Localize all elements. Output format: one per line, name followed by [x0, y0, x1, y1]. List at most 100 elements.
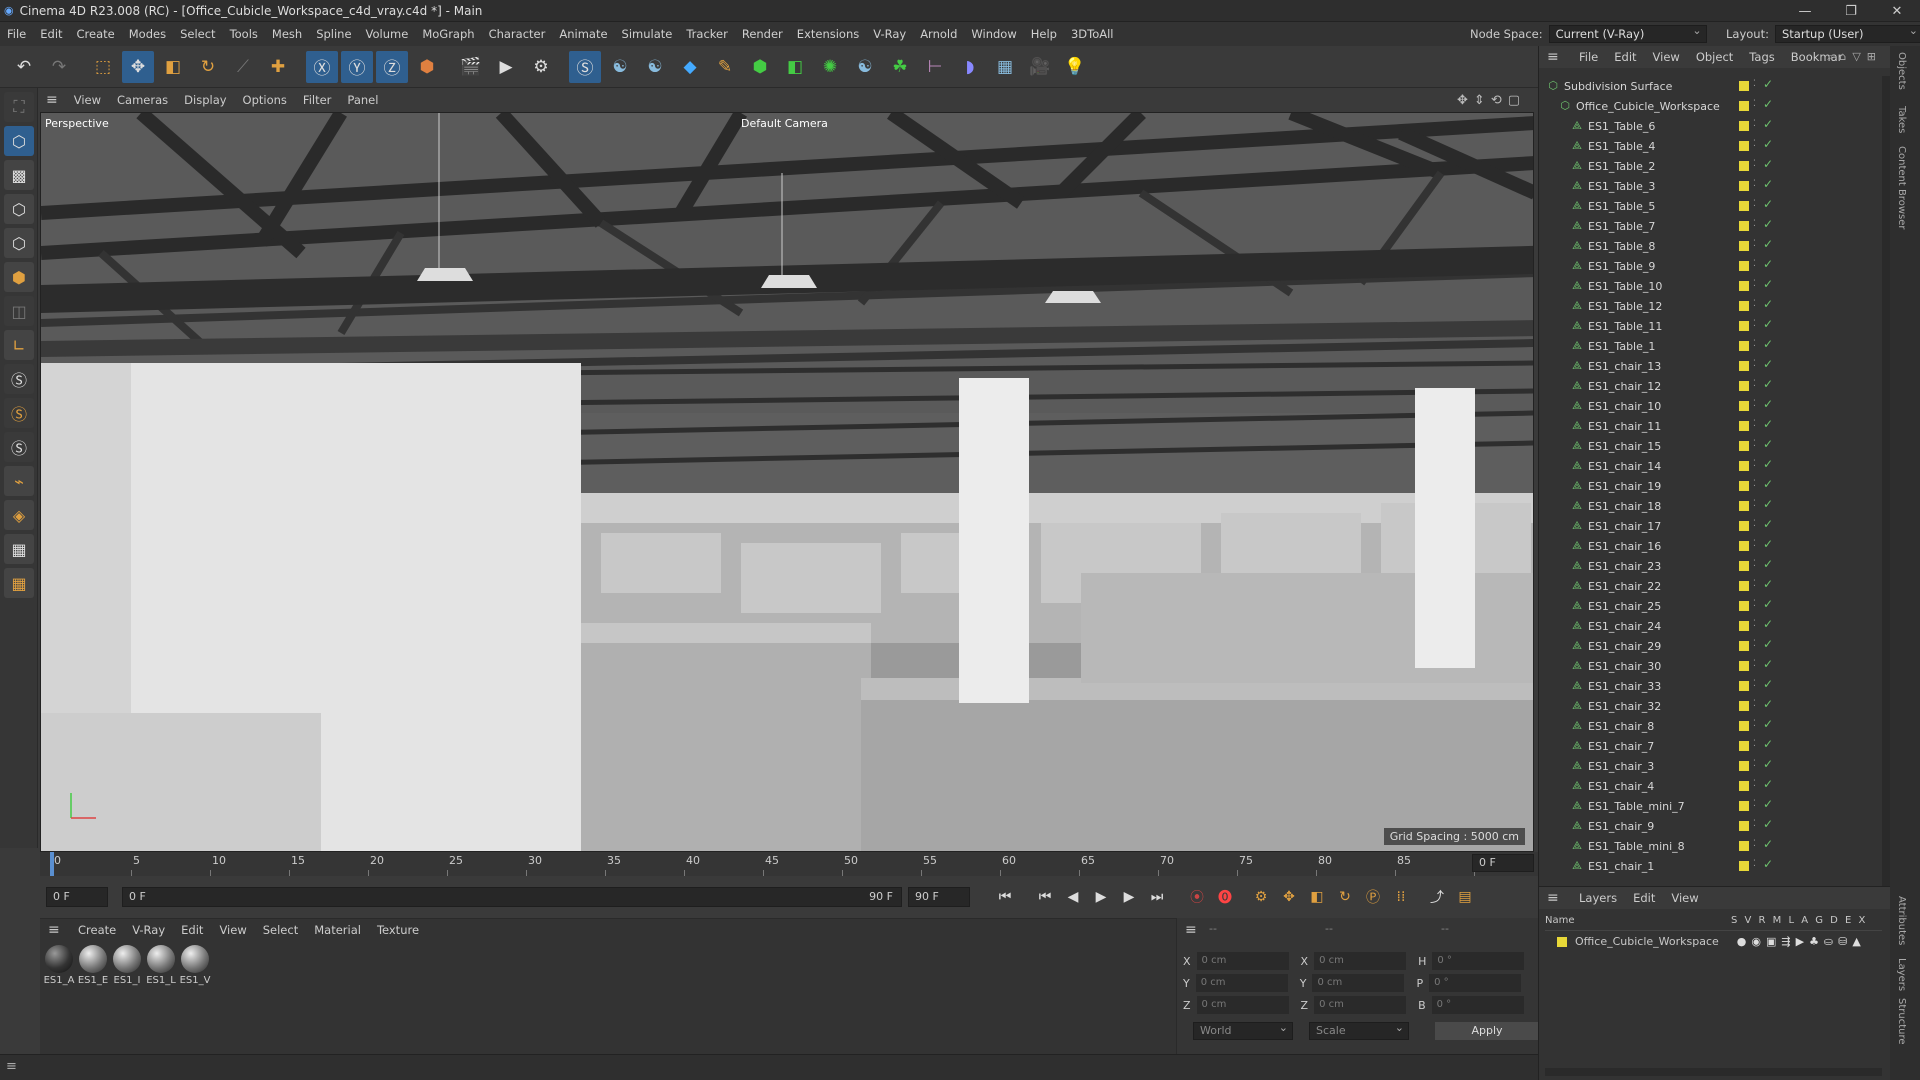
material-menu-icon[interactable]: ≡ — [48, 922, 60, 938]
deformer-icon[interactable]: ⊢ — [919, 51, 951, 83]
coord-mode-dropdown[interactable]: Scale — [1309, 1020, 1409, 1040]
make-editable-icon[interactable]: ⛶ — [4, 92, 34, 122]
enabled-check-icon[interactable]: ✓ — [1763, 437, 1773, 451]
visibility-dots-icon[interactable]: ⁚ — [1753, 639, 1756, 649]
menu-window[interactable]: Window — [964, 27, 1023, 41]
visibility-dots-icon[interactable]: ⁚ — [1753, 219, 1756, 229]
enabled-check-icon[interactable]: ✓ — [1763, 337, 1773, 351]
rot-h-field[interactable]: 0 ° — [1432, 952, 1525, 970]
vp-menu-filter[interactable]: Filter — [295, 93, 339, 107]
create-tool-icon[interactable]: ✚ — [262, 51, 294, 83]
object-row[interactable]: ⟁ ES1_chair_22 ⁚ ✓ — [1539, 576, 1891, 596]
node-space-dropdown[interactable]: Current (V-Ray) — [1548, 23, 1707, 43]
object-row[interactable]: ⟁ ES1_chair_10 ⁚ ✓ — [1539, 396, 1891, 416]
live-select-icon[interactable]: ⬚ — [87, 51, 119, 83]
camera-icon[interactable]: 🎥 — [1024, 51, 1056, 83]
layout-dropdown[interactable]: Startup (User) — [1774, 23, 1920, 43]
vray-icon[interactable]: Ⓢ — [569, 50, 601, 83]
current-frame-field[interactable]: 0 F — [46, 887, 108, 907]
layer-color-swatch[interactable] — [1739, 661, 1749, 671]
minimize-icon[interactable]: — — [1782, 0, 1828, 22]
object-row[interactable]: ⟁ ES1_Table_12 ⁚ ✓ — [1539, 296, 1891, 316]
enabled-check-icon[interactable]: ✓ — [1763, 197, 1773, 211]
size-x-field[interactable]: 0 cm — [1314, 952, 1407, 970]
object-row[interactable]: ⟁ ES1_chair_29 ⁚ ✓ — [1539, 636, 1891, 656]
object-row[interactable]: ⟁ ES1_chair_4 ⁚ ✓ — [1539, 776, 1891, 796]
object-row[interactable]: ⟁ ES1_chair_13 ⁚ ✓ — [1539, 356, 1891, 376]
y-axis-icon[interactable]: Ⓨ — [341, 50, 373, 83]
visibility-dots-icon[interactable]: ⁚ — [1753, 119, 1756, 129]
floor-icon[interactable]: ▦ — [989, 51, 1021, 83]
object-row[interactable]: ⟁ ES1_chair_19 ⁚ ✓ — [1539, 476, 1891, 496]
vp-menu-options[interactable]: Options — [235, 93, 295, 107]
object-row[interactable]: ⟁ ES1_Table_3 ⁚ ✓ — [1539, 176, 1891, 196]
layer-color-swatch[interactable] — [1739, 281, 1749, 291]
object-row[interactable]: ⟁ ES1_chair_17 ⁚ ✓ — [1539, 516, 1891, 536]
object-row[interactable]: ⟁ ES1_chair_12 ⁚ ✓ — [1539, 376, 1891, 396]
object-row[interactable]: ⟁ ES1_Table_10 ⁚ ✓ — [1539, 276, 1891, 296]
rot-b-field[interactable]: 0 ° — [1431, 996, 1524, 1014]
edges-mode-icon[interactable]: ⬡ — [4, 228, 34, 258]
menu-3dtoall[interactable]: 3DToAll — [1064, 27, 1121, 41]
layer-color-swatch[interactable] — [1739, 341, 1749, 351]
object-row[interactable]: ⟁ ES1_Table_mini_8 ⁚ ✓ — [1539, 836, 1891, 856]
layers-menu-view[interactable]: View — [1663, 891, 1706, 905]
object-row[interactable]: ⟁ ES1_Table_6 ⁚ ✓ — [1539, 116, 1891, 136]
enabled-check-icon[interactable]: ✓ — [1763, 717, 1773, 731]
visibility-dots-icon[interactable]: ⁚ — [1753, 319, 1756, 329]
rotate-icon[interactable]: ↻ — [192, 51, 224, 83]
visibility-dots-icon[interactable]: ⁚ — [1753, 739, 1756, 749]
tab-attributes[interactable]: Attributes — [1896, 896, 1907, 945]
key-rotation-icon[interactable]: ↻ — [1332, 884, 1358, 910]
enabled-check-icon[interactable]: ✓ — [1763, 577, 1773, 591]
rot-p-field[interactable]: 0 ° — [1429, 974, 1522, 992]
layer-color-swatch[interactable] — [1739, 761, 1749, 771]
menu-mograph[interactable]: MoGraph — [415, 27, 481, 41]
enabled-check-icon[interactable]: ✓ — [1763, 297, 1773, 311]
timeline-window-icon[interactable]: ▤ — [1452, 884, 1478, 910]
play-icon[interactable]: ▶ — [1088, 884, 1114, 910]
enabled-check-icon[interactable]: ✓ — [1763, 537, 1773, 551]
layer-color-swatch[interactable] — [1739, 701, 1749, 711]
enabled-check-icon[interactable]: ✓ — [1763, 697, 1773, 711]
enabled-check-icon[interactable]: ✓ — [1763, 377, 1773, 391]
redo-icon[interactable]: ↷ — [43, 51, 75, 83]
python-icon-1[interactable]: ☯ — [604, 51, 636, 83]
vp-menu-display[interactable]: Display — [176, 93, 234, 107]
motion-system-icon[interactable]: ⤴ — [1424, 884, 1450, 910]
snap-grid-icon[interactable]: Ⓢ — [4, 432, 34, 462]
enabled-check-icon[interactable]: ✓ — [1763, 137, 1773, 151]
layer-color-swatch[interactable] — [1739, 441, 1749, 451]
layer-color-swatch[interactable] — [1739, 381, 1749, 391]
cube-icon[interactable]: ◆ — [674, 51, 706, 83]
enabled-check-icon[interactable]: ✓ — [1763, 597, 1773, 611]
enabled-check-icon[interactable]: ✓ — [1763, 497, 1773, 511]
viewport-nav-icons[interactable]: ✥⇕⟲▢ — [1457, 93, 1526, 108]
enabled-check-icon[interactable]: ✓ — [1763, 637, 1773, 651]
range-slider[interactable]: 0 F 90 F — [122, 887, 902, 907]
polygons-mode-icon[interactable]: ⬢ — [4, 262, 34, 292]
pos-x-field[interactable]: 0 cm — [1196, 952, 1289, 970]
tab-takes[interactable]: Takes — [1896, 106, 1907, 133]
3d-viewport[interactable]: Perspective Default Camera Grid Spacing … — [40, 112, 1534, 852]
mat-menu-vray[interactable]: V-Ray — [124, 923, 173, 937]
visibility-dots-icon[interactable]: ⁚ — [1753, 659, 1756, 669]
object-row[interactable]: ⟁ ES1_Table_9 ⁚ ✓ — [1539, 256, 1891, 276]
enabled-check-icon[interactable]: ✓ — [1763, 797, 1773, 811]
layer-color-swatch[interactable] — [1557, 936, 1567, 947]
menu-vray[interactable]: V-Ray — [866, 27, 913, 41]
enabled-check-icon[interactable]: ✓ — [1763, 857, 1773, 871]
goto-end-icon[interactable]: ⏭ — [1144, 884, 1170, 910]
snap-icon[interactable]: Ⓢ — [4, 364, 34, 394]
enabled-check-icon[interactable]: ✓ — [1763, 477, 1773, 491]
object-row[interactable]: ⟁ ES1_Table_4 ⁚ ✓ — [1539, 136, 1891, 156]
enabled-check-icon[interactable]: ✓ — [1763, 157, 1773, 171]
enabled-check-icon[interactable]: ✓ — [1763, 677, 1773, 691]
size-y-field[interactable]: 0 cm — [1312, 974, 1405, 992]
object-row[interactable]: ⬡ Subdivision Surface ⁚ ✓ — [1539, 76, 1891, 96]
layers-menu-edit[interactable]: Edit — [1625, 891, 1663, 905]
layer-color-swatch[interactable] — [1739, 521, 1749, 531]
enabled-check-icon[interactable]: ✓ — [1763, 757, 1773, 771]
layer-color-swatch[interactable] — [1739, 101, 1749, 111]
tab-objects[interactable]: Objects — [1896, 52, 1907, 90]
